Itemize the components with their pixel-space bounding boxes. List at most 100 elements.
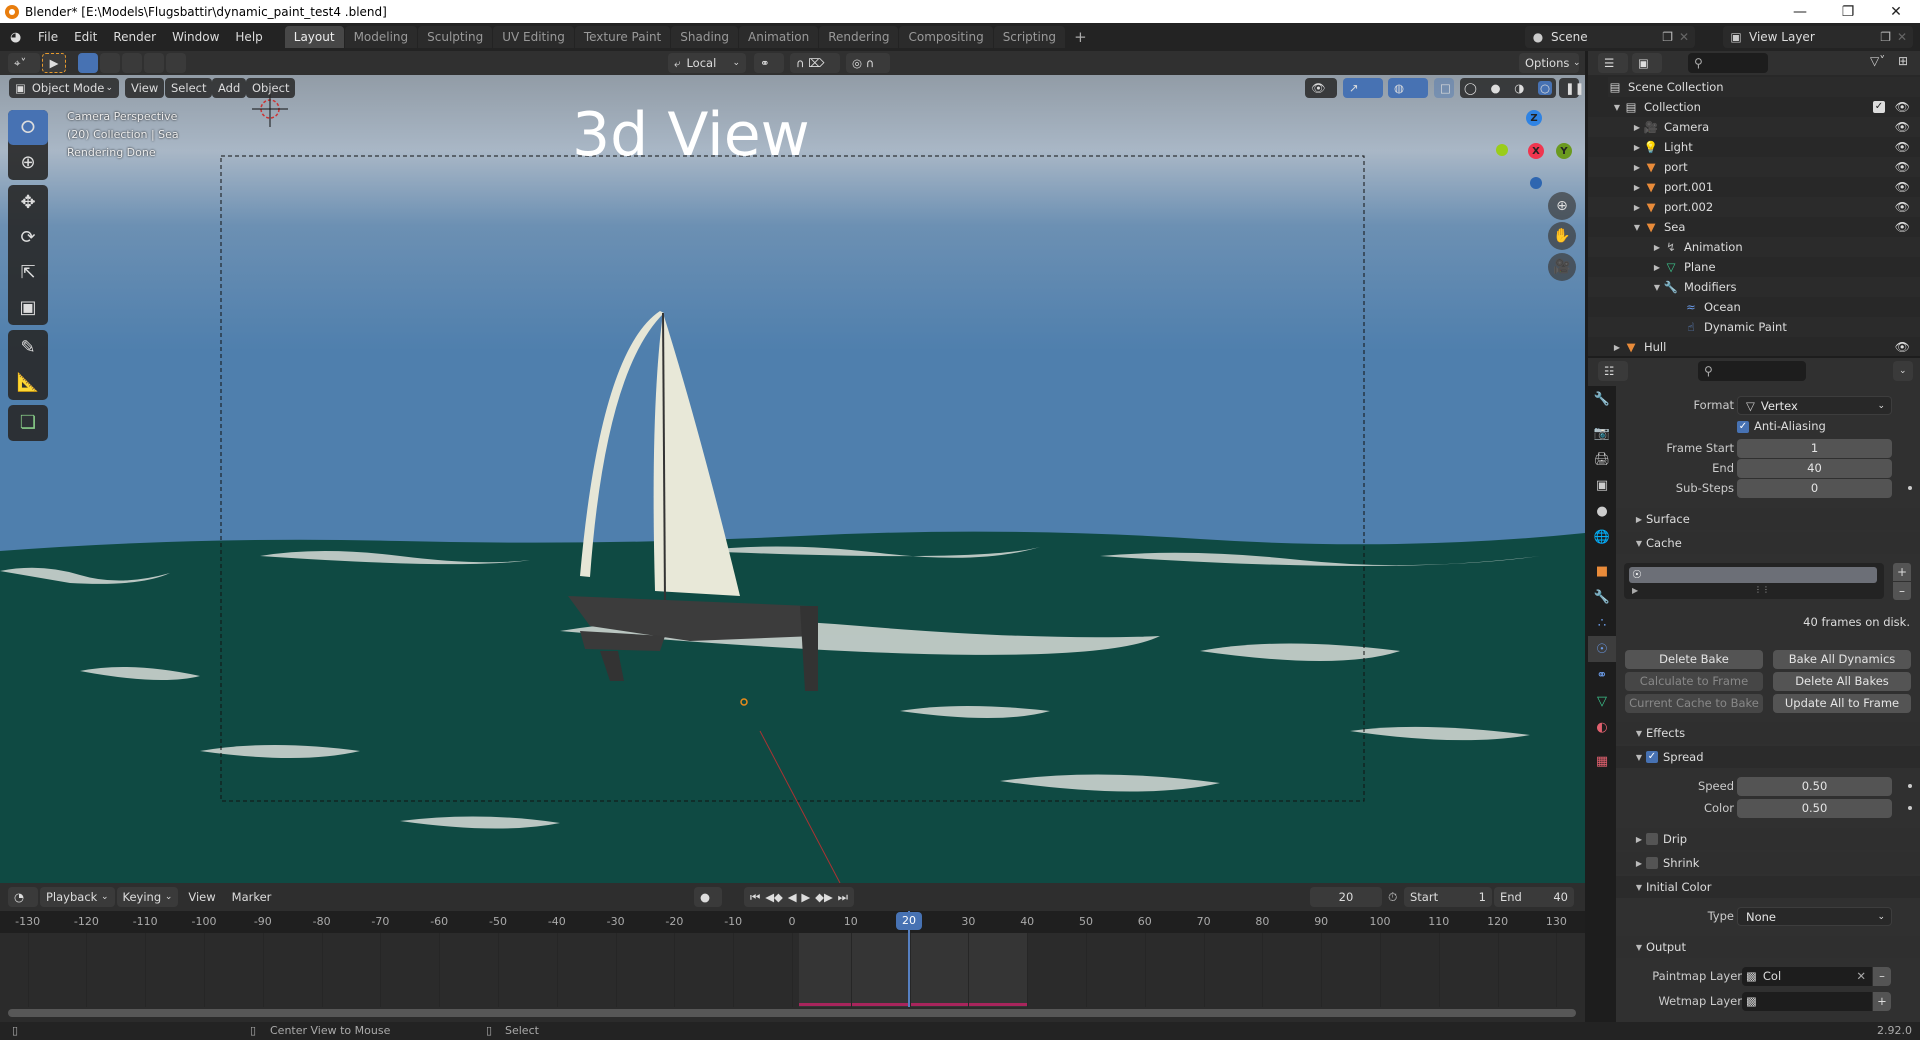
delete-all-bakes-button[interactable]: Delete All Bakes [1773,672,1911,691]
keyframe-dot-icon[interactable] [1908,806,1912,810]
next-keyframe-icon[interactable]: ◆▶ [815,890,833,904]
visibility-eye-icon[interactable]: 👁 [1895,220,1910,234]
update-all-to-frame-button[interactable]: Update All to Frame [1773,694,1911,713]
tab-particles[interactable]: ∴ [1588,610,1616,636]
substeps-field[interactable]: 0 [1737,478,1892,498]
menu-edit[interactable]: Edit [66,30,105,44]
expand-triangle-icon[interactable]: ▶ [1630,163,1644,172]
expand-triangle-icon[interactable]: ▶ [1630,203,1644,212]
current-cache-to-bake-button[interactable]: Current Cache to Bake [1625,694,1763,713]
visibility-eye-icon[interactable]: 👁 [1895,160,1910,174]
outliner-item[interactable]: ▼ ▼ Sea 👁 [1588,217,1920,237]
material-shading-icon[interactable]: ◑ [1514,81,1524,95]
clear-icon[interactable]: ✕ [1856,967,1866,986]
display-mode-dropdown[interactable]: ▣ [1632,53,1662,73]
timeline-editor-type[interactable]: ◔ [8,887,38,907]
keyframe-dot-icon[interactable] [1908,784,1912,788]
workspace-tab-layout[interactable]: Layout [284,26,344,48]
list-expand-icon[interactable]: ▶ [1632,586,1638,595]
rotate-tool[interactable]: ⟳ [8,220,48,255]
timeline-menu-marker[interactable]: Marker [224,890,280,904]
tab-world[interactable]: 🌐 [1588,524,1616,550]
outliner-item[interactable]: ▶ 🎥 Camera 👁 [1588,117,1920,137]
section-output[interactable]: ▼ Output [1616,936,1920,958]
visibility-eye-icon[interactable]: 👁 [1895,200,1910,214]
transform-orientation-dropdown[interactable]: ⤶ Local ⌄ [668,53,746,73]
tab-scene[interactable]: ● [1588,498,1616,524]
tab-modifiers[interactable]: 🔧 [1588,584,1616,610]
type-dropdown[interactable]: None ⌄ [1737,906,1892,926]
bake-all-dynamics-button[interactable]: Bake All Dynamics [1773,650,1911,669]
outliner-item[interactable]: ▶ ▼ Hull 👁 [1588,337,1920,357]
tab-data[interactable]: ▽ [1588,688,1616,714]
mode-dropdown[interactable]: ▣ Object Mode ⌄ [9,78,119,98]
outliner-item[interactable]: ▶ 💡 Light 👁 [1588,137,1920,157]
scale-tool[interactable]: ⇱ [8,255,48,290]
section-surface[interactable]: ▶ Surface [1616,508,1920,530]
outliner-search-input[interactable]: ⚲ [1688,53,1768,73]
tab-output[interactable]: 🖨 [1588,446,1616,472]
collapse-triangle-icon[interactable]: ▼ [1630,223,1644,232]
calculate-to-frame-button[interactable]: Calculate to Frame [1625,672,1763,691]
menu-help[interactable]: Help [227,30,270,44]
solid-shading-icon[interactable]: ● [1491,81,1501,95]
section-drip[interactable]: ▶ Drip [1616,828,1920,850]
pause-render-button[interactable]: ❚❚ [1559,78,1584,98]
options-dropdown[interactable]: Options ⌄ [1519,53,1581,73]
section-initial-color[interactable]: ▼ Initial Color [1616,876,1920,898]
gizmo-axis-z[interactable]: Z [1526,110,1542,126]
visibility-eye-icon[interactable]: 👁 [1895,340,1910,354]
filter-icon[interactable]: ▽˅ [1870,54,1885,68]
select-tool-button[interactable]: ▶ [42,53,66,73]
measure-tool[interactable]: 📐 [8,365,48,400]
collapse-triangle-icon[interactable]: ▼ [1650,283,1664,292]
annotate-tool[interactable]: ✎ [8,330,48,365]
workspace-tab-modeling[interactable]: Modeling [344,26,418,48]
outliner-item[interactable]: ▶ ↯ Animation [1588,237,1920,257]
outliner-item[interactable]: ▶ ▼ port 👁 [1588,157,1920,177]
tab-object[interactable]: ■ [1588,558,1616,584]
expand-triangle-icon[interactable]: ▶ [1610,343,1624,352]
gizmo-axis-neg-y[interactable] [1496,144,1508,156]
add-cube-tool[interactable]: ❏ [8,405,48,440]
outliner-item[interactable]: ☝ Dynamic Paint [1588,317,1920,337]
delete-view-layer-icon[interactable]: ✕ [1897,30,1907,44]
move-tool[interactable]: ✥ [8,185,48,220]
workspace-tab-rendering[interactable]: Rendering [819,26,899,48]
gizmo-axis-x[interactable]: X [1528,143,1544,159]
outliner-item[interactable]: ▶ ▼ port.001 👁 [1588,177,1920,197]
list-resize-handle[interactable]: ⋮⋮ [1754,585,1770,594]
rendered-shading-icon[interactable]: ○ [1537,81,1552,95]
tab-physics[interactable]: ☉ [1588,636,1616,662]
properties-search-input[interactable]: ⚲ [1698,361,1806,381]
new-scene-icon[interactable]: ❐ [1662,30,1673,44]
timeline-ruler[interactable]: -130 -120 -110 -100 -90 -80 -70 -60 -50 -40 -30 -20… [0,911,1585,933]
visibility-eye-icon[interactable]: 👁 [1895,100,1910,114]
section-spread[interactable]: ▼ ✓ Spread [1616,746,1920,768]
viewport-menu-add[interactable]: Add [212,78,247,98]
workspace-tab-scripting[interactable]: Scripting [993,26,1066,48]
transform-tool[interactable]: ▣ [8,290,48,325]
new-collection-icon[interactable]: ⊞ [1898,54,1908,68]
blender-menu-icon[interactable]: ◕ [10,30,24,45]
timeline-scrollbar[interactable] [8,1009,1576,1017]
menu-window[interactable]: Window [164,30,227,44]
wireframe-shading-icon[interactable]: ◯ [1464,81,1477,95]
workspace-tab-sculpting[interactable]: Sculpting [418,26,493,48]
start-frame-field[interactable]: Start 1 [1404,887,1492,907]
outliner-item[interactable]: ▶ ▼ port.002 👁 [1588,197,1920,217]
gizmo-axis-neg-z[interactable] [1530,177,1542,189]
frame-start-field[interactable]: 1 [1737,438,1892,458]
select-mode-difference[interactable] [144,53,164,73]
visibility-eye-icon[interactable]: 👁 [1895,140,1910,154]
select-box-tool[interactable]: ⭘ [8,110,48,145]
select-mode-new[interactable] [78,53,98,73]
format-dropdown[interactable]: ▽ Vertex ⌄ [1737,395,1892,415]
playhead-frame-indicator[interactable]: 20 [896,912,922,930]
tab-constraints[interactable]: ⚭ [1588,662,1616,688]
tab-view-layer[interactable]: ▣ [1588,472,1616,498]
editor-type-button[interactable]: ⌖˅ [8,53,40,73]
jump-end-icon[interactable]: ⏭ [838,890,848,905]
add-cache-button[interactable]: + [1893,563,1911,581]
gizmo-axis-y[interactable]: Y [1556,143,1572,159]
